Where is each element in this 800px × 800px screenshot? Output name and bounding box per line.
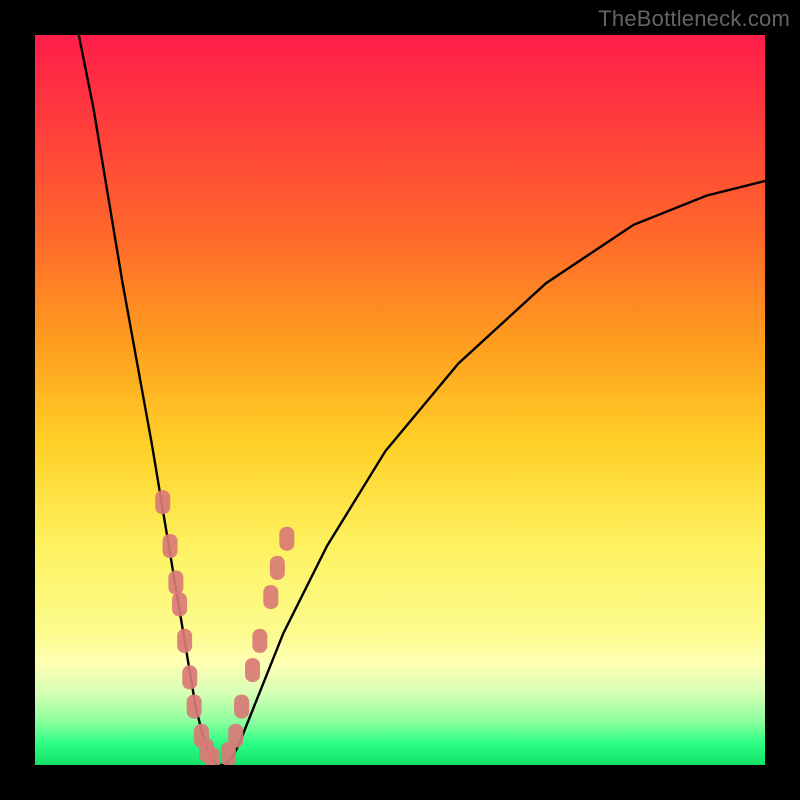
data-marker — [163, 534, 178, 558]
data-marker — [234, 695, 249, 719]
data-marker — [270, 556, 285, 580]
chart-frame: TheBottleneck.com — [0, 0, 800, 800]
data-marker — [279, 527, 294, 551]
data-marker — [194, 724, 209, 748]
data-marker — [228, 724, 243, 748]
data-marker — [221, 742, 236, 765]
data-marker — [182, 665, 197, 689]
data-marker — [177, 629, 192, 653]
data-marker — [199, 738, 214, 762]
data-marker — [187, 695, 202, 719]
data-marker — [252, 629, 267, 653]
watermark-text: TheBottleneck.com — [598, 6, 790, 32]
data-marker — [263, 585, 278, 609]
bottleneck-curve — [79, 35, 765, 765]
data-marker — [168, 571, 183, 595]
data-marker — [205, 747, 220, 765]
data-marker — [172, 592, 187, 616]
plot-area — [35, 35, 765, 765]
data-marker — [155, 490, 170, 514]
curve-svg — [35, 35, 765, 765]
data-marker — [245, 658, 260, 682]
